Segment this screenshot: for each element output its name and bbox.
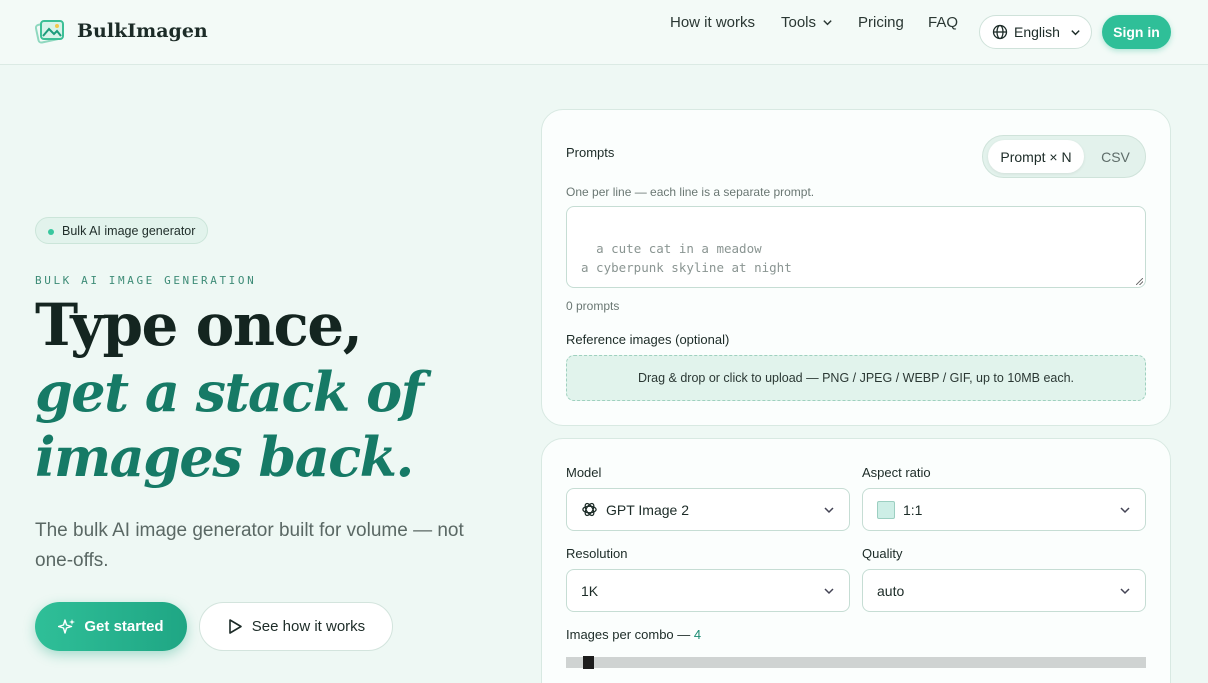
prompts-placeholder: a cute cat in a meadow a cyberpunk skyli… — [581, 241, 792, 275]
aspect-swatch-icon — [877, 500, 895, 519]
get-started-button[interactable]: Get started — [35, 602, 187, 651]
nav-pricing[interactable]: Pricing — [858, 14, 904, 31]
hero-subtitle: The bulk AI image generator built for vo… — [35, 520, 464, 571]
resolution-value: 1K — [581, 582, 599, 599]
language-label: English — [1014, 24, 1060, 40]
aspect-ratio-select[interactable]: 1:1 — [862, 488, 1146, 531]
nav-tools[interactable]: Tools — [781, 14, 833, 31]
chevron-down-icon — [824, 507, 834, 514]
brand-name: BulkImagen — [77, 20, 208, 42]
play-icon — [228, 619, 242, 634]
resize-handle-icon[interactable] — [1136, 278, 1143, 285]
prompt-mode-toggle: Prompt × N CSV — [982, 135, 1146, 178]
aspect-ratio-value: 1:1 — [903, 501, 923, 518]
slider-thumb[interactable] — [583, 656, 594, 669]
see-how-it-works-label: See how it works — [251, 618, 366, 635]
nav-how-it-works[interactable]: How it works — [670, 14, 755, 31]
model-select[interactable]: GPT Image 2 — [566, 488, 850, 531]
prompts-label: Prompts — [566, 145, 615, 160]
site-header: BulkImagen How it works Tools Pricing FA… — [0, 0, 1208, 65]
prompts-textarea[interactable]: a cute cat in a meadow a cyberpunk skyli… — [566, 206, 1146, 288]
reference-images-dropzone[interactable]: Drag & drop or click to upload — PNG / J… — [566, 355, 1146, 401]
images-per-combo-value: 4 — [693, 627, 702, 642]
resolution-select[interactable]: 1K — [566, 569, 850, 612]
images-per-combo-text: Images per combo — — [566, 627, 691, 642]
see-how-it-works-button[interactable]: See how it works — [199, 602, 393, 651]
nav-tools-label: Tools — [781, 13, 817, 31]
hero-headline-line-1: Type once, — [35, 291, 363, 359]
chevron-down-icon — [1120, 507, 1130, 514]
hero-headline-line-3: images back. — [35, 425, 414, 489]
resolution-label: Resolution — [566, 546, 628, 561]
prompts-hint: One per line — each line is a separate p… — [566, 185, 815, 199]
nav-faq[interactable]: FAQ — [928, 14, 958, 31]
images-per-combo-label: Images per combo — 4 — [566, 627, 701, 642]
hero-eyebrow: BULK AI IMAGE GENERATION — [35, 274, 257, 287]
reference-images-label: Reference images (optional) — [566, 332, 730, 347]
hero-badge: Bulk AI image generator — [35, 217, 209, 244]
quality-value: auto — [877, 582, 905, 599]
get-started-label: Get started — [84, 618, 164, 635]
hero-headline-line-2: get a stack of — [35, 360, 424, 424]
model-value: GPT Image 2 — [606, 501, 690, 518]
settings-card — [541, 438, 1171, 683]
mode-csv-tab[interactable]: CSV — [1088, 140, 1143, 173]
aspect-ratio-label: Aspect ratio — [862, 465, 931, 480]
hero-badge-label: Bulk AI image generator — [62, 223, 196, 238]
model-label: Model — [566, 465, 602, 480]
badge-dot-icon — [48, 229, 54, 235]
chevron-down-icon — [824, 588, 834, 595]
chevron-down-icon — [1120, 588, 1130, 595]
brand-logo[interactable]: BulkImagen — [35, 17, 208, 45]
openai-icon — [582, 502, 597, 517]
images-per-combo-slider[interactable] — [566, 657, 1146, 668]
globe-icon — [992, 24, 1008, 40]
sparkles-icon — [58, 618, 76, 634]
mode-prompt-x-n-tab[interactable]: Prompt × N — [988, 140, 1084, 173]
logo-icon — [35, 20, 64, 44]
quality-label: Quality — [862, 546, 903, 561]
prompt-count: 0 prompts — [566, 299, 620, 313]
chevron-down-icon — [1071, 29, 1080, 35]
quality-select[interactable]: auto — [862, 569, 1146, 612]
sign-in-button[interactable]: Sign in — [1102, 15, 1171, 49]
chevron-down-icon — [823, 19, 832, 25]
language-select[interactable]: English — [979, 15, 1092, 49]
